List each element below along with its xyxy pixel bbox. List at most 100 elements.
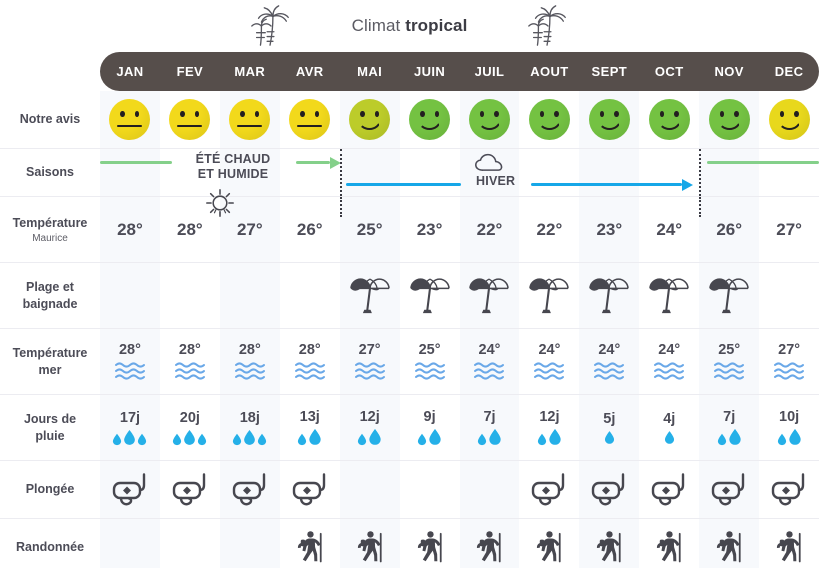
- saisons-cell-sept[interactable]: [579, 149, 640, 196]
- month-header-mai[interactable]: MAI: [340, 64, 400, 79]
- jours-de-pluie-cell-oct[interactable]: 4j: [639, 395, 699, 460]
- month-header-sept[interactable]: SEPT: [579, 64, 639, 79]
- jours-de-pluie-cell-juil[interactable]: 7j: [459, 395, 520, 460]
- randonnee-cell-mai[interactable]: [339, 519, 400, 568]
- randonnee-cell-nov[interactable]: [699, 519, 760, 568]
- notre-avis-cell-oct[interactable]: [639, 91, 699, 148]
- jours-de-pluie-cell-jan[interactable]: 17j: [100, 395, 160, 460]
- plage-baignade-cell-juin[interactable]: [400, 263, 460, 328]
- temperature-air-cell-juin[interactable]: 23°: [400, 197, 460, 262]
- saisons-cell-mai[interactable]: [339, 149, 400, 196]
- plage-baignade-cell-avr[interactable]: [280, 263, 340, 328]
- randonnee-cell-juil[interactable]: [459, 519, 520, 568]
- temperature-mer-cell-juin[interactable]: 25°: [400, 329, 460, 394]
- notre-avis-cell-nov[interactable]: [699, 91, 760, 148]
- plage-baignade-cell-fev[interactable]: [160, 263, 220, 328]
- plongee-cell-juil[interactable]: [459, 461, 520, 518]
- plongee-cell-fev[interactable]: [160, 461, 220, 518]
- jours-de-pluie-cell-dec[interactable]: 10j: [759, 395, 819, 460]
- temperature-air-cell-avr[interactable]: 26°: [280, 197, 340, 262]
- plongee-cell-juin[interactable]: [400, 461, 460, 518]
- plongee-cell-avr[interactable]: [280, 461, 340, 518]
- saisons-cell-jan[interactable]: [100, 149, 160, 196]
- temperature-mer-cell-jan[interactable]: 28°: [100, 329, 160, 394]
- temperature-air-cell-mar[interactable]: 27°: [219, 197, 280, 262]
- notre-avis-cell-juin[interactable]: [400, 91, 460, 148]
- temperature-air-cell-mai[interactable]: 25°: [339, 197, 400, 262]
- randonnee-cell-sept[interactable]: [579, 519, 640, 568]
- notre-avis-cell-dec[interactable]: [759, 91, 819, 148]
- saisons-cell-oct[interactable]: [639, 149, 699, 196]
- temperature-mer-cell-dec[interactable]: 27°: [759, 329, 819, 394]
- plongee-cell-nov[interactable]: [699, 461, 760, 518]
- jours-de-pluie-cell-mar[interactable]: 18j: [219, 395, 280, 460]
- jours-de-pluie-cell-avr[interactable]: 13j: [280, 395, 340, 460]
- randonnee-cell-dec[interactable]: [759, 519, 819, 568]
- temperature-air-cell-aout[interactable]: 22°: [519, 197, 579, 262]
- temperature-mer-cell-nov[interactable]: 25°: [699, 329, 760, 394]
- jours-de-pluie-cell-aout[interactable]: 12j: [519, 395, 579, 460]
- plage-baignade-cell-dec[interactable]: [759, 263, 819, 328]
- plongee-cell-aout[interactable]: [519, 461, 579, 518]
- temperature-air-cell-dec[interactable]: 27°: [759, 197, 819, 262]
- jours-de-pluie-cell-fev[interactable]: 20j: [160, 395, 220, 460]
- plage-baignade-cell-juil[interactable]: [459, 263, 520, 328]
- jours-de-pluie-cell-sept[interactable]: 5j: [579, 395, 640, 460]
- temperature-air-cell-fev[interactable]: 28°: [160, 197, 220, 262]
- saisons-cell-juin[interactable]: [400, 149, 460, 196]
- jours-de-pluie-cell-nov[interactable]: 7j: [699, 395, 760, 460]
- randonnee-cell-fev[interactable]: [160, 519, 220, 568]
- saisons-cell-juil[interactable]: [459, 149, 520, 196]
- month-header-avr[interactable]: AVR: [280, 64, 340, 79]
- plongee-cell-dec[interactable]: [759, 461, 819, 518]
- month-header-oct[interactable]: OCT: [639, 64, 699, 79]
- month-header-fev[interactable]: FEV: [160, 64, 220, 79]
- temperature-mer-cell-mar[interactable]: 28°: [219, 329, 280, 394]
- plage-baignade-cell-nov[interactable]: [699, 263, 760, 328]
- temperature-mer-cell-avr[interactable]: 28°: [280, 329, 340, 394]
- plongee-cell-sept[interactable]: [579, 461, 640, 518]
- plongee-cell-jan[interactable]: [100, 461, 160, 518]
- randonnee-cell-oct[interactable]: [639, 519, 699, 568]
- temperature-mer-cell-juil[interactable]: 24°: [459, 329, 520, 394]
- saisons-cell-nov[interactable]: [699, 149, 760, 196]
- plage-baignade-cell-jan[interactable]: [100, 263, 160, 328]
- plongee-cell-mai[interactable]: [339, 461, 400, 518]
- month-header-jan[interactable]: JAN: [100, 64, 160, 79]
- temperature-air-cell-jan[interactable]: 28°: [100, 197, 160, 262]
- plage-baignade-cell-oct[interactable]: [639, 263, 699, 328]
- randonnee-cell-juin[interactable]: [400, 519, 460, 568]
- temperature-mer-cell-mai[interactable]: 27°: [339, 329, 400, 394]
- notre-avis-cell-avr[interactable]: [280, 91, 340, 148]
- notre-avis-cell-mar[interactable]: [219, 91, 280, 148]
- saisons-cell-avr[interactable]: [280, 149, 340, 196]
- randonnee-cell-avr[interactable]: [280, 519, 340, 568]
- jours-de-pluie-cell-mai[interactable]: 12j: [339, 395, 400, 460]
- randonnee-cell-mar[interactable]: [219, 519, 280, 568]
- notre-avis-cell-juil[interactable]: [459, 91, 520, 148]
- plongee-cell-oct[interactable]: [639, 461, 699, 518]
- notre-avis-cell-sept[interactable]: [579, 91, 640, 148]
- temperature-mer-cell-aout[interactable]: 24°: [519, 329, 579, 394]
- saisons-cell-fev[interactable]: [160, 149, 220, 196]
- month-header-juin[interactable]: JUIN: [400, 64, 460, 79]
- randonnee-cell-aout[interactable]: [519, 519, 579, 568]
- month-header-nov[interactable]: NOV: [699, 64, 759, 79]
- month-header-dec[interactable]: DEC: [759, 64, 819, 79]
- notre-avis-cell-aout[interactable]: [519, 91, 579, 148]
- saisons-cell-dec[interactable]: [759, 149, 819, 196]
- notre-avis-cell-jan[interactable]: [100, 91, 160, 148]
- month-header-juil[interactable]: JUIL: [460, 64, 520, 79]
- saisons-cell-aout[interactable]: [519, 149, 579, 196]
- temperature-air-cell-nov[interactable]: 26°: [699, 197, 760, 262]
- saisons-cell-mar[interactable]: [219, 149, 280, 196]
- plage-baignade-cell-aout[interactable]: [519, 263, 579, 328]
- notre-avis-cell-fev[interactable]: [160, 91, 220, 148]
- temperature-mer-cell-fev[interactable]: 28°: [160, 329, 220, 394]
- plage-baignade-cell-mai[interactable]: [339, 263, 400, 328]
- randonnee-cell-jan[interactable]: [100, 519, 160, 568]
- plage-baignade-cell-mar[interactable]: [219, 263, 280, 328]
- notre-avis-cell-mai[interactable]: [339, 91, 400, 148]
- month-header-aout[interactable]: AOUT: [519, 64, 579, 79]
- plongee-cell-mar[interactable]: [219, 461, 280, 518]
